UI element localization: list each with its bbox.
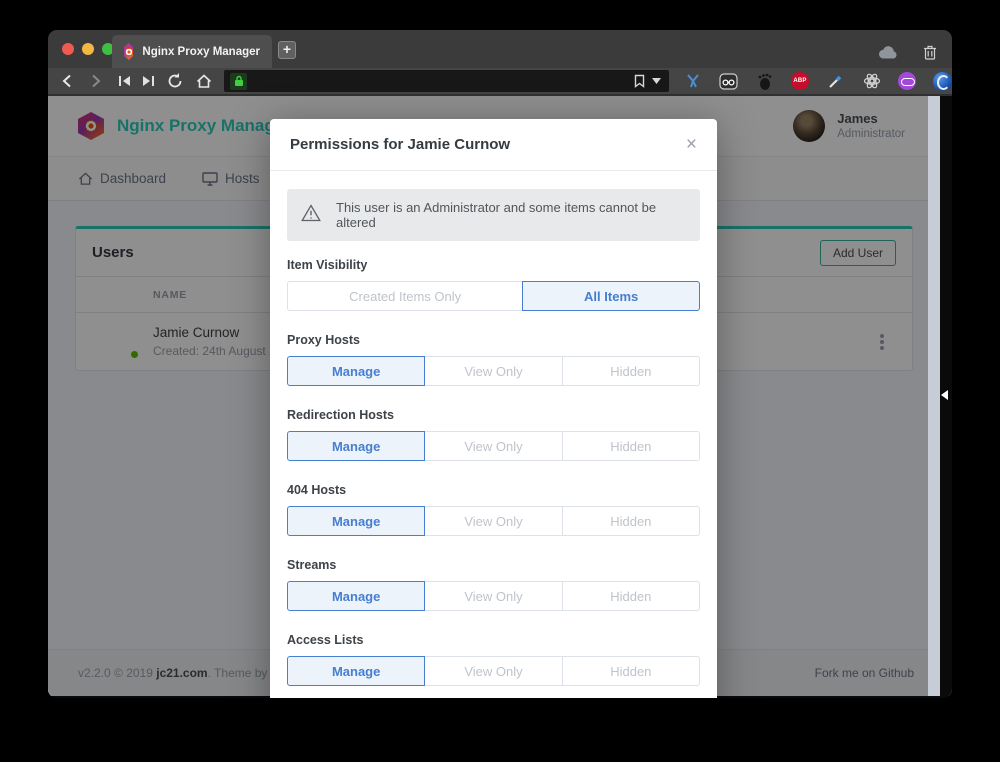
manage-button[interactable]: Manage	[287, 581, 425, 611]
close-icon[interactable]: ×	[686, 135, 697, 154]
redirection-hosts-section: Redirection Hosts Manage View Only Hidde…	[287, 408, 700, 461]
proxy-hosts-options: Manage View Only Hidden	[287, 356, 700, 386]
forward-icon[interactable]	[86, 71, 106, 91]
reload-icon[interactable]	[165, 71, 185, 91]
section-label: 404 Hosts	[287, 483, 700, 497]
access-lists-options: Manage View Only Hidden	[287, 656, 700, 686]
created-items-only-button[interactable]: Created Items Only	[287, 281, 523, 311]
minimize-window-button[interactable]	[82, 43, 94, 55]
permissions-modal: Permissions for Jamie Curnow × This user…	[270, 119, 717, 698]
skip-forward-icon[interactable]	[138, 71, 158, 91]
section-label: Access Lists	[287, 633, 700, 647]
eyedropper-icon[interactable]	[826, 72, 845, 91]
item-visibility-options: Created Items Only All Items	[287, 281, 700, 311]
section-label: Redirection Hosts	[287, 408, 700, 422]
bookmark-caret-icon[interactable]	[649, 71, 663, 91]
section-label: Streams	[287, 558, 700, 572]
streams-section: Streams Manage View Only Hidden	[287, 558, 700, 611]
modal-title: Permissions for Jamie Curnow	[290, 136, 510, 153]
view-only-button[interactable]: View Only	[424, 581, 562, 611]
back-icon[interactable]	[57, 71, 77, 91]
hidden-button[interactable]: Hidden	[562, 506, 700, 536]
admin-alert: This user is an Administrator and some i…	[287, 189, 700, 241]
admin-alert-text: This user is an Administrator and some i…	[336, 200, 686, 230]
view-only-button[interactable]: View Only	[424, 356, 562, 386]
proxy-hosts-section: Proxy Hosts Manage View Only Hidden	[287, 333, 700, 386]
view-only-button[interactable]: View Only	[424, 656, 562, 686]
warning-icon	[301, 204, 321, 227]
manage-button[interactable]: Manage	[287, 506, 425, 536]
page-scrollbar[interactable]	[928, 96, 940, 696]
manage-button[interactable]: Manage	[287, 431, 425, 461]
cloud-icon[interactable]	[878, 42, 898, 62]
goggles-extension-icon[interactable]	[719, 72, 738, 91]
hidden-button[interactable]: Hidden	[562, 656, 700, 686]
extension-toolbar: ABP	[683, 72, 952, 91]
gear-icon[interactable]	[862, 72, 881, 91]
view-only-button[interactable]: View Only	[424, 431, 562, 461]
home-icon[interactable]	[194, 71, 214, 91]
redirection-hosts-options: Manage View Only Hidden	[287, 431, 700, 461]
tab-title: Nginx Proxy Manager	[142, 46, 260, 58]
npm-favicon-icon	[124, 43, 133, 60]
browser-titlebar: Nginx Proxy Manager +	[48, 30, 952, 68]
hidden-button[interactable]: Hidden	[562, 581, 700, 611]
404-hosts-options: Manage View Only Hidden	[287, 506, 700, 536]
view-only-button[interactable]: View Only	[424, 506, 562, 536]
bookmark-icon[interactable]	[629, 71, 649, 91]
browser-toolbar: ABP	[48, 68, 952, 96]
ssl-lock-icon[interactable]	[230, 73, 247, 90]
access-lists-section: Access Lists Manage View Only Hidden	[287, 633, 700, 686]
hidden-button[interactable]: Hidden	[562, 431, 700, 461]
edge-arrow-icon[interactable]	[941, 390, 948, 400]
purple-goggles-icon[interactable]	[898, 72, 916, 90]
streams-options: Manage View Only Hidden	[287, 581, 700, 611]
all-items-button[interactable]: All Items	[522, 281, 700, 311]
item-visibility-section: Item Visibility Created Items Only All I…	[287, 258, 700, 311]
gnome-foot-icon[interactable]	[755, 72, 774, 91]
404-hosts-section: 404 Hosts Manage View Only Hidden	[287, 483, 700, 536]
skip-back-icon[interactable]	[115, 71, 135, 91]
trash-icon[interactable]	[920, 42, 940, 62]
new-tab-button[interactable]: +	[278, 41, 296, 59]
adblock-plus-icon[interactable]: ABP	[791, 72, 809, 90]
window-controls	[62, 43, 114, 55]
section-label: Item Visibility	[287, 258, 700, 272]
url-bar[interactable]	[224, 70, 669, 92]
manage-button[interactable]: Manage	[287, 656, 425, 686]
browser-window: Nginx Proxy Manager +	[48, 30, 952, 698]
manage-button[interactable]: Manage	[287, 356, 425, 386]
wishbone-extension-icon[interactable]	[683, 72, 702, 91]
hidden-button[interactable]: Hidden	[562, 356, 700, 386]
section-label: Proxy Hosts	[287, 333, 700, 347]
browser-sync-icon[interactable]	[933, 72, 952, 91]
browser-tab[interactable]: Nginx Proxy Manager	[112, 35, 272, 68]
close-window-button[interactable]	[62, 43, 74, 55]
